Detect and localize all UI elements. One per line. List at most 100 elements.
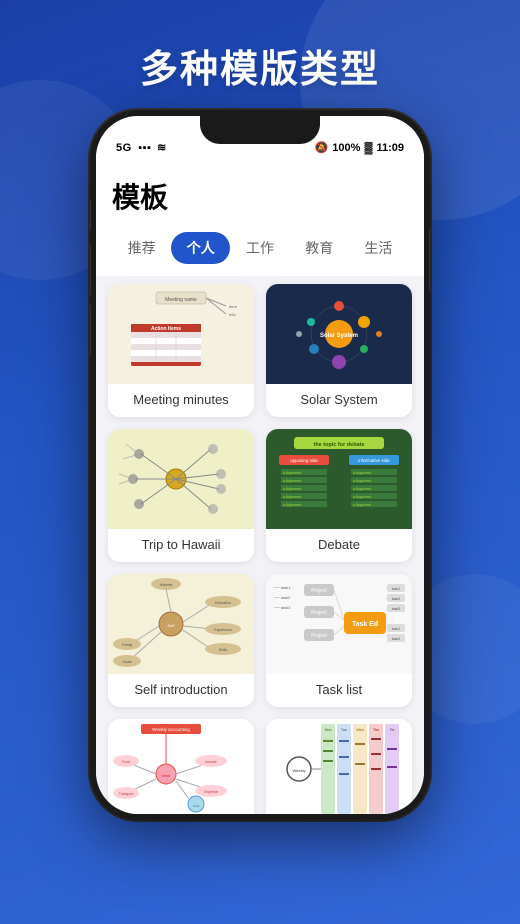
page-title-area: 模板 (96, 160, 424, 224)
svg-text:Wed: Wed (356, 728, 363, 732)
svg-text:Item: Item (229, 304, 237, 309)
svg-text:Action Items: Action Items (151, 326, 181, 332)
svg-text:Education: Education (215, 601, 231, 605)
svg-text:Project: Project (311, 588, 327, 594)
svg-text:Food: Food (122, 760, 130, 764)
phone-volume-up-button (90, 245, 91, 295)
svg-text:● Argument: ● Argument (353, 479, 371, 483)
screen-content: 模板 推荐 个人 工作 教育 生活 (96, 160, 424, 814)
thumbnail-debate: the topic for debate opposing side infor… (266, 429, 412, 529)
svg-text:Self: Self (168, 623, 176, 628)
svg-text:Goals: Goals (122, 660, 131, 664)
tab-life[interactable]: 生活 (349, 232, 408, 264)
svg-text:task1: task1 (392, 587, 400, 591)
svg-text:task2: task2 (392, 637, 400, 641)
card-label-meeting-minutes: Meeting minutes (108, 384, 254, 417)
template-card-debate[interactable]: the topic for debate opposing side infor… (266, 429, 412, 562)
svg-text:Project: Project (311, 633, 327, 639)
template-card-self-introduction[interactable]: Self Hobbies (108, 574, 254, 707)
svg-text:── task3: ── task3 (273, 605, 291, 610)
svg-text:Thu: Thu (373, 728, 379, 732)
thumbnail-svg-debate: the topic for debate opposing side infor… (266, 429, 412, 529)
svg-text:● Argument: ● Argument (353, 503, 371, 507)
svg-text:● Argument: ● Argument (283, 471, 301, 475)
phone-mute-button (90, 200, 91, 230)
svg-text:Info: Info (229, 312, 236, 317)
thumbnail-solar-system: Solar System (266, 284, 412, 384)
tab-education[interactable]: 教育 (290, 232, 349, 264)
thumbnail-weekly-accounting: Weekly accounting Week (108, 719, 254, 814)
wifi-icon: ≋ (157, 142, 167, 154)
svg-text:Skills: Skills (219, 648, 227, 652)
signal-icon: ▪▪▪ (138, 142, 151, 154)
svg-text:Weekly: Weekly (292, 768, 305, 773)
time-text: 11:09 (376, 142, 404, 154)
svg-text:● Argument: ● Argument (353, 471, 371, 475)
status-carrier: 5G ▪▪▪ ≋ (116, 141, 167, 154)
svg-text:Weekly accounting: Weekly accounting (152, 727, 190, 732)
tab-personal[interactable]: 个人 (171, 232, 230, 264)
phone-volume-down-button (90, 305, 91, 355)
card-label-debate: Debate (266, 529, 412, 562)
card-label-task-list: Task list (266, 674, 412, 707)
thumbnail-self-introduction: Self Hobbies (108, 574, 254, 674)
svg-text:the topic for debate: the topic for debate (313, 442, 364, 448)
svg-text:task1: task1 (392, 627, 400, 631)
thumbnail-task-list: ── task1 ── task2 ── task3 Project Proje… (266, 574, 412, 674)
template-card-weekly-plan[interactable]: Weekly Mon Tue Wed Thu (266, 719, 412, 814)
mute-icon: 🔕 (315, 141, 329, 154)
page-title: 模板 (112, 176, 408, 216)
notch (200, 116, 320, 144)
battery-text: 100% (332, 142, 360, 154)
thumbnail-svg-self: Self Hobbies (108, 574, 254, 674)
svg-text:Project: Project (311, 610, 327, 616)
svg-text:informative side: informative side (358, 458, 390, 463)
tab-work[interactable]: 工作 (230, 232, 289, 264)
svg-text:● Argument: ● Argument (353, 495, 371, 499)
thumbnail-trip-hawaii (108, 429, 254, 529)
card-label-solar-system: Solar System (266, 384, 412, 417)
svg-text:── task1: ── task1 (273, 585, 291, 590)
carrier-text: 5G (116, 142, 132, 154)
background: 多种模版类型 5G ▪▪▪ ≋ 🔕 100% ▓ 11:09 (0, 0, 520, 924)
thumbnail-svg-meeting: Meeting name Item Info Action Items (108, 284, 254, 384)
status-right-area: 🔕 100% ▓ 11:09 (315, 141, 404, 154)
svg-text:● Argument: ● Argument (283, 503, 301, 507)
card-label-trip-hawaii: Trip to Hawaii (108, 529, 254, 562)
thumbnail-svg-task: ── task1 ── task2 ── task3 Project Proje… (266, 574, 412, 674)
template-card-weekly-accounting[interactable]: Weekly accounting Week (108, 719, 254, 814)
svg-text:── task2: ── task2 (273, 595, 291, 600)
template-card-meeting-minutes[interactable]: Meeting name Item Info Action Items (108, 284, 254, 417)
template-card-trip-hawaii[interactable]: Trip to Hawaii (108, 429, 254, 562)
thumbnail-svg-hawaii (108, 429, 254, 529)
svg-text:Solar System: Solar System (320, 333, 358, 339)
svg-text:Fri: Fri (390, 728, 394, 732)
svg-text:Expense: Expense (204, 790, 218, 794)
svg-text:Meeting name: Meeting name (165, 297, 197, 303)
tab-bar: 推荐 个人 工作 教育 生活 (96, 224, 424, 276)
thumbnail-svg-plan: Weekly Mon Tue Wed Thu (266, 719, 412, 814)
svg-text:● Argument: ● Argument (283, 495, 301, 499)
thumbnail-meeting-minutes: Meeting name Item Info Action Items (108, 284, 254, 384)
template-card-solar-system[interactable]: Solar System (266, 284, 412, 417)
svg-text:Week: Week (162, 774, 171, 778)
template-card-task-list[interactable]: ── task1 ── task2 ── task3 Project Proje… (266, 574, 412, 707)
svg-text:Hobbies: Hobbies (160, 583, 173, 587)
svg-text:Mon: Mon (325, 728, 332, 732)
svg-text:task2: task2 (392, 597, 400, 601)
phone-power-button (429, 230, 430, 290)
svg-text:task3: task3 (392, 607, 400, 611)
svg-text:● Argument: ● Argument (283, 479, 301, 483)
thumbnail-svg-accounting: Weekly accounting Week (108, 719, 254, 814)
svg-text:Family: Family (122, 643, 133, 647)
svg-text:● Argument: ● Argument (353, 487, 371, 491)
phone-screen: 5G ▪▪▪ ≋ 🔕 100% ▓ 11:09 模板 (96, 116, 424, 814)
svg-text:Task Ed: Task Ed (352, 621, 378, 628)
svg-text:Tue: Tue (341, 728, 347, 732)
thumbnail-svg-solar: Solar System (266, 284, 412, 384)
svg-text:Income: Income (205, 760, 217, 764)
tab-recommend[interactable]: 推荐 (112, 232, 171, 264)
hero-title: 多种模版类型 (0, 38, 520, 93)
svg-text:Total: Total (193, 804, 200, 808)
svg-text:Transport: Transport (119, 792, 134, 796)
